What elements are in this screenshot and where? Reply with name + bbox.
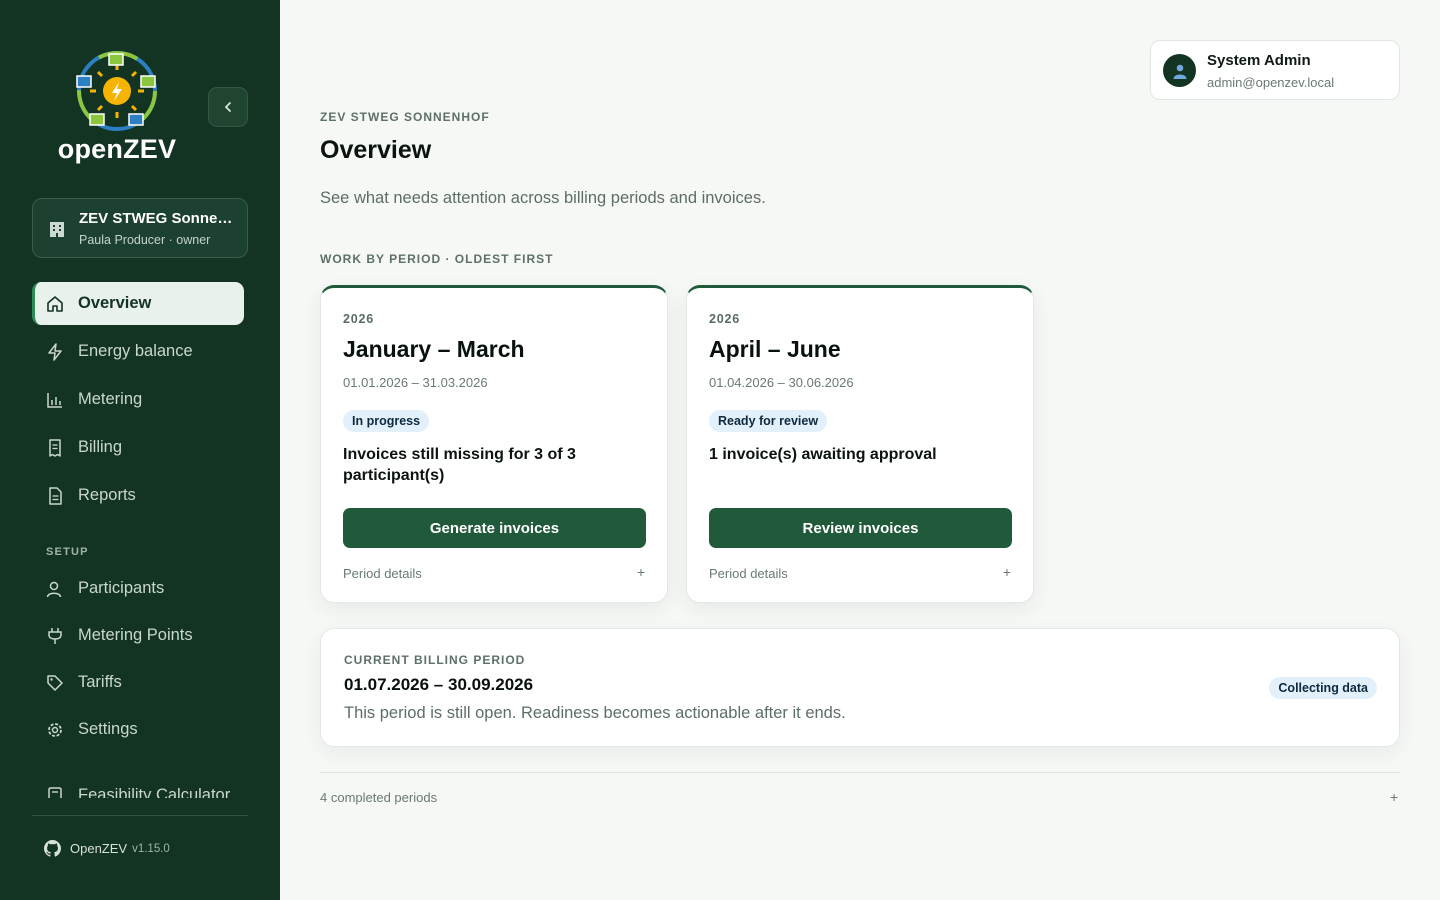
user-icon [46,580,64,598]
calculator-icon [46,786,64,798]
period-dates: 01.01.2026 – 31.03.2026 [343,375,488,390]
logo-emblem-icon [76,51,157,131]
zev-selector-subtitle: Paula Producer · owner [79,233,211,247]
work-by-period-heading: WORK BY PERIOD · OLDEST FIRST [320,252,554,266]
review-invoices-button[interactable]: Review invoices [709,508,1012,548]
sidebar-item-label: Billing [78,438,123,456]
current-billing-period-card: CURRENT BILLING PERIOD 01.07.2026 – 30.0… [320,628,1400,747]
sidebar-item-label: Feasibility Calculator [78,786,231,798]
period-card-q1: 2026 January – March 01.01.2026 – 31.03.… [320,285,668,603]
collapse-sidebar-button[interactable] [208,87,248,127]
bolt-icon [46,342,64,361]
openzev-logo[interactable]: openZEV [52,48,182,168]
gear-icon [46,721,64,739]
sidebar-item-tariffs[interactable]: Tariffs [32,661,244,704]
user-name: System Admin [1207,52,1311,69]
user-menu[interactable]: System Admin admin@openzev.local [1150,40,1400,100]
completed-periods-toggle[interactable]: 4 completed periods [320,790,437,805]
sidebar-item-feasibility-calculator[interactable]: Feasibility Calculator [32,780,244,798]
plug-icon [46,627,64,645]
sidebar-item-label: Metering [78,390,143,408]
footer-version: v1.15.0 [132,842,170,855]
current-period-eyebrow: CURRENT BILLING PERIOD [344,653,526,667]
period-message: Invoices still missing for 3 of 3 partic… [343,446,576,484]
tag-icon [46,674,64,692]
sidebar-item-billing[interactable]: Billing [32,426,244,469]
generate-invoices-button[interactable]: Generate invoices [343,508,646,548]
current-period-note: This period is still open. Readiness bec… [344,704,846,722]
sidebar-item-label: Participants [78,579,165,597]
sidebar-item-label: Settings [78,720,138,738]
plus-icon[interactable]: + [1390,789,1398,805]
plus-icon[interactable]: + [637,564,645,580]
logo-text: openZEV [57,134,177,164]
sidebar-item-metering[interactable]: Metering [32,378,244,421]
status-badge: Ready for review [709,410,828,432]
building-icon [48,221,66,237]
footer-app-name: OpenZEV [70,841,128,856]
sidebar: openZEV ZEV STWEG Sonnenhof Paula Produc… [0,0,280,900]
current-period-range: 01.07.2026 – 30.09.2026 [344,675,534,694]
zev-selector-name: ZEV STWEG Sonnenhof [79,210,239,227]
sidebar-item-energy-balance[interactable]: Energy balance [32,330,244,373]
github-icon [44,840,61,857]
sidebar-item-label: Tariffs [78,673,122,691]
period-details-toggle[interactable]: Period details [709,566,788,581]
sidebar-item-participants[interactable]: Participants [32,567,244,610]
period-card-q2: 2026 April – June 01.04.2026 – 30.06.202… [686,285,1034,603]
sidebar-item-label: Energy balance [78,342,193,360]
page-title: Overview [320,136,432,164]
period-message: 1 invoice(s) awaiting approval [709,446,937,463]
sidebar-item-label: Reports [78,486,136,504]
sidebar-scroll-clip: Feasibility Calculator [32,780,244,798]
user-email: admin@openzev.local [1207,75,1335,90]
plus-icon[interactable]: + [1003,564,1011,580]
sidebar-footer[interactable]: OpenZEV v1.15.0 [44,840,170,857]
sidebar-item-settings[interactable]: Settings [32,708,244,751]
zev-eyebrow: ZEV STWEG SONNENHOF [320,110,490,124]
status-badge: Collecting data [1269,677,1377,699]
sidebar-item-metering-points[interactable]: Metering Points [32,614,244,657]
page-description: See what needs attention across billing … [320,189,766,207]
sidebar-item-label: Overview [78,294,152,312]
period-title: April – June [709,336,841,362]
period-dates: 01.04.2026 – 30.06.2026 [709,375,854,390]
sidebar-item-label: Metering Points [78,626,193,644]
sidebar-item-overview[interactable]: Overview [32,282,244,325]
setup-section-label: SETUP [46,546,89,558]
document-icon [46,486,64,505]
status-badge: In progress [343,410,430,432]
user-avatar-icon [1173,64,1186,79]
chevron-left-icon [224,102,231,112]
avatar [1163,54,1196,87]
receipt-icon [46,438,64,457]
bar-chart-icon [46,391,64,409]
home-icon [46,295,64,313]
divider [320,772,1400,773]
period-year: 2026 [343,312,375,326]
period-details-toggle[interactable]: Period details [343,566,422,581]
period-title: January – March [343,336,525,362]
period-year: 2026 [709,312,741,326]
sidebar-divider [32,815,248,816]
zev-selector[interactable]: ZEV STWEG Sonnenhof Paula Producer · own… [32,198,248,258]
sidebar-item-reports[interactable]: Reports [32,474,244,517]
